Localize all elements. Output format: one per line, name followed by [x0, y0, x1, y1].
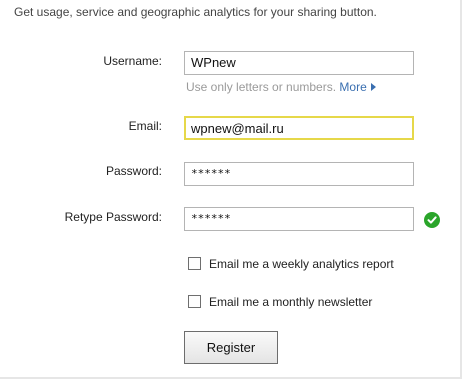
username-label: Username:	[103, 54, 162, 68]
form-panel: Get usage, service and geographic analyt…	[0, 0, 462, 379]
checkmark-glyph	[427, 216, 437, 224]
intro-text: Get usage, service and geographic analyt…	[14, 5, 377, 19]
retype-password-input[interactable]: ******	[184, 207, 414, 231]
username-hint: Use only letters or numbers. More	[186, 80, 376, 94]
retype-password-label: Retype Password:	[64, 210, 162, 224]
email-input[interactable]: wpnew@mail.ru	[184, 116, 414, 140]
email-label: Email:	[128, 119, 162, 133]
weekly-report-label: Email me a weekly analytics report	[209, 257, 394, 271]
more-link[interactable]: More	[339, 80, 376, 94]
username-hint-text: Use only letters or numbers.	[186, 80, 337, 94]
password-label: Password:	[105, 164, 162, 178]
password-input[interactable]: ******	[184, 162, 414, 186]
green-checkmark-icon	[424, 212, 440, 228]
register-button[interactable]: Register	[184, 331, 278, 364]
newsletter-label: Email me a monthly newsletter	[209, 295, 373, 309]
weekly-report-checkbox[interactable]	[188, 257, 201, 270]
newsletter-checkbox[interactable]	[188, 295, 201, 308]
arrow-right-icon	[370, 83, 376, 91]
newsletter-option[interactable]: Email me a monthly newsletter	[188, 295, 372, 309]
more-link-label: More	[339, 80, 367, 94]
username-input[interactable]: WPnew	[184, 51, 414, 75]
weekly-report-option[interactable]: Email me a weekly analytics report	[188, 257, 394, 271]
